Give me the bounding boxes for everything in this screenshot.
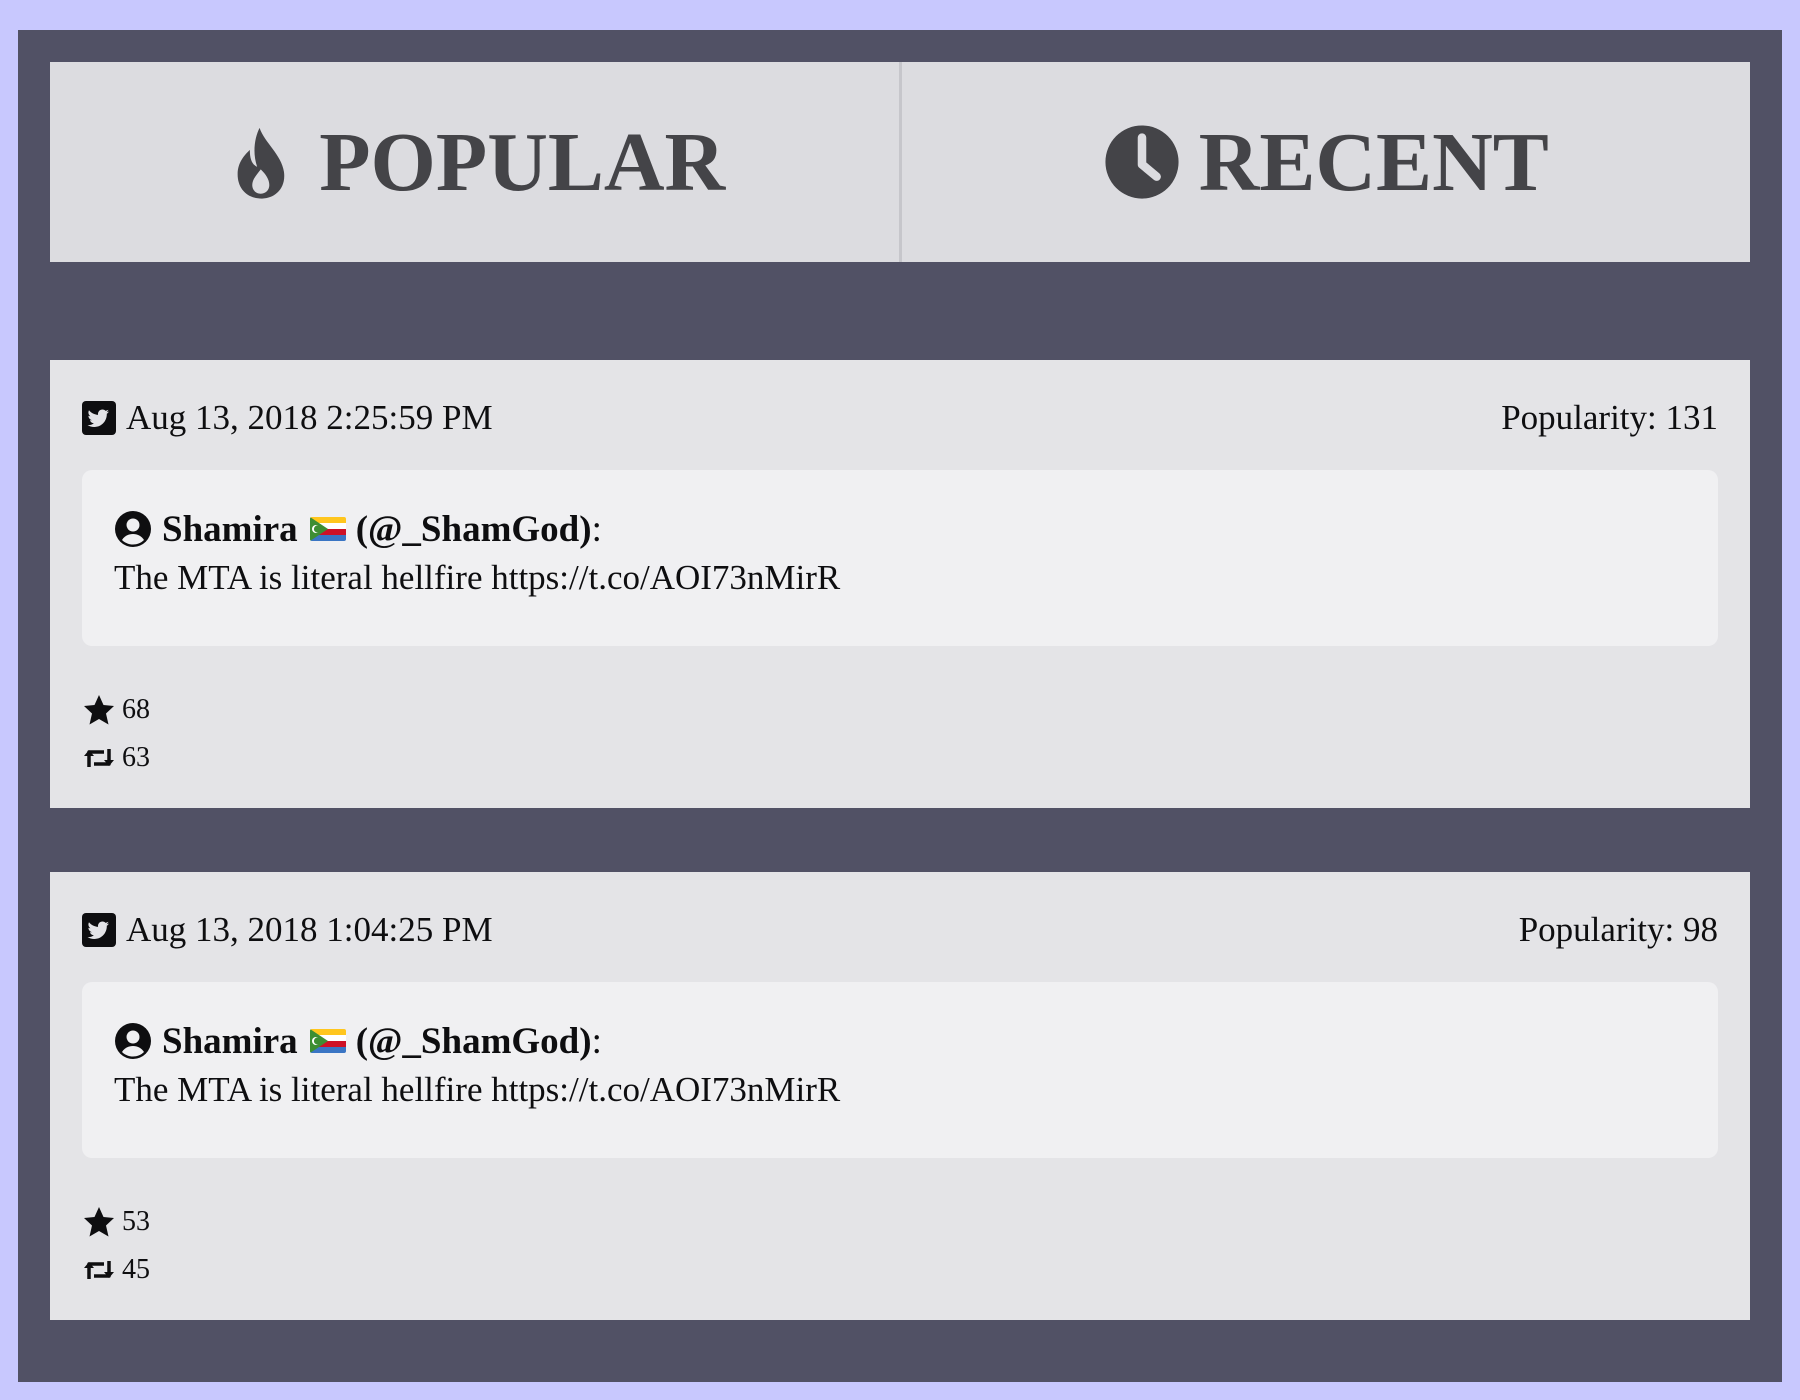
tweet-card: Aug 13, 2018 2:25:59 PM Popularity: 131 … (50, 360, 1750, 808)
retweet-icon (82, 741, 116, 775)
popularity-score: Popularity: 98 (1518, 910, 1718, 949)
favorites-stat: 68 (82, 690, 150, 730)
retweets-count: 45 (122, 1254, 150, 1285)
tweet-card-header: Aug 13, 2018 2:25:59 PM Popularity: 131 (82, 398, 1718, 438)
favorites-count: 53 (122, 1206, 150, 1237)
tweet-card-header: Aug 13, 2018 1:04:25 PM Popularity: 98 (82, 910, 1718, 950)
retweets-count: 63 (122, 742, 150, 773)
tweet-text: The MTA is literal hellfire https://t.co… (114, 1070, 841, 1109)
comoros-flag-icon (309, 1029, 346, 1053)
comoros-flag-icon (309, 517, 346, 541)
tab-popular-label: POPULAR (319, 115, 726, 209)
tweet-stats: 53 45 (82, 1202, 150, 1298)
author-name: Shamira (162, 1020, 298, 1062)
user-circle-icon (114, 510, 152, 548)
favorites-count: 68 (122, 694, 150, 725)
author-handle[interactable]: (@_ShamGod) (356, 508, 592, 551)
tweet-date: Aug 13, 2018 1:04:25 PM (126, 910, 493, 949)
user-circle-icon (114, 1022, 152, 1060)
tweet-card: Aug 13, 2018 1:04:25 PM Popularity: 98 S… (50, 872, 1750, 1320)
main-frame: POPULAR RECENT Aug 13, 2018 2:25:59 PM P… (18, 30, 1782, 1382)
author-colon: : (591, 1020, 602, 1062)
twitter-icon (82, 401, 116, 435)
retweets-stat: 45 (82, 1250, 150, 1290)
tweet-stats: 68 63 (82, 690, 150, 786)
author-colon: : (591, 508, 602, 550)
tweet-text: The MTA is literal hellfire https://t.co… (114, 558, 841, 597)
retweet-icon (82, 1253, 116, 1287)
twitter-icon (82, 913, 116, 947)
tweet-date: Aug 13, 2018 2:25:59 PM (126, 398, 493, 437)
tab-bar: POPULAR RECENT (50, 62, 1750, 262)
tab-popular[interactable]: POPULAR (50, 62, 899, 262)
author-handle[interactable]: (@_ShamGod) (356, 1020, 592, 1063)
tab-recent[interactable]: RECENT (898, 62, 1751, 262)
tweet-date-wrap: Aug 13, 2018 2:25:59 PM (82, 398, 493, 438)
favorites-stat: 53 (82, 1202, 150, 1242)
tweet-author: Shamira (@_ShamGod) : (114, 506, 1686, 552)
tweet-content-box: Shamira (@_ShamGod) : The MTA is literal (82, 470, 1718, 646)
star-icon (82, 693, 116, 727)
author-name: Shamira (162, 508, 298, 550)
tweet-author: Shamira (@_ShamGod) : (114, 1018, 1686, 1064)
tweet-date-wrap: Aug 13, 2018 1:04:25 PM (82, 910, 493, 950)
popularity-score: Popularity: 131 (1501, 398, 1718, 437)
clock-icon (1103, 123, 1181, 201)
fire-icon (223, 123, 301, 201)
retweets-stat: 63 (82, 738, 150, 778)
star-icon (82, 1205, 116, 1239)
tweet-content-box: Shamira (@_ShamGod) : The MTA is literal (82, 982, 1718, 1158)
tab-recent-label: RECENT (1198, 115, 1549, 209)
